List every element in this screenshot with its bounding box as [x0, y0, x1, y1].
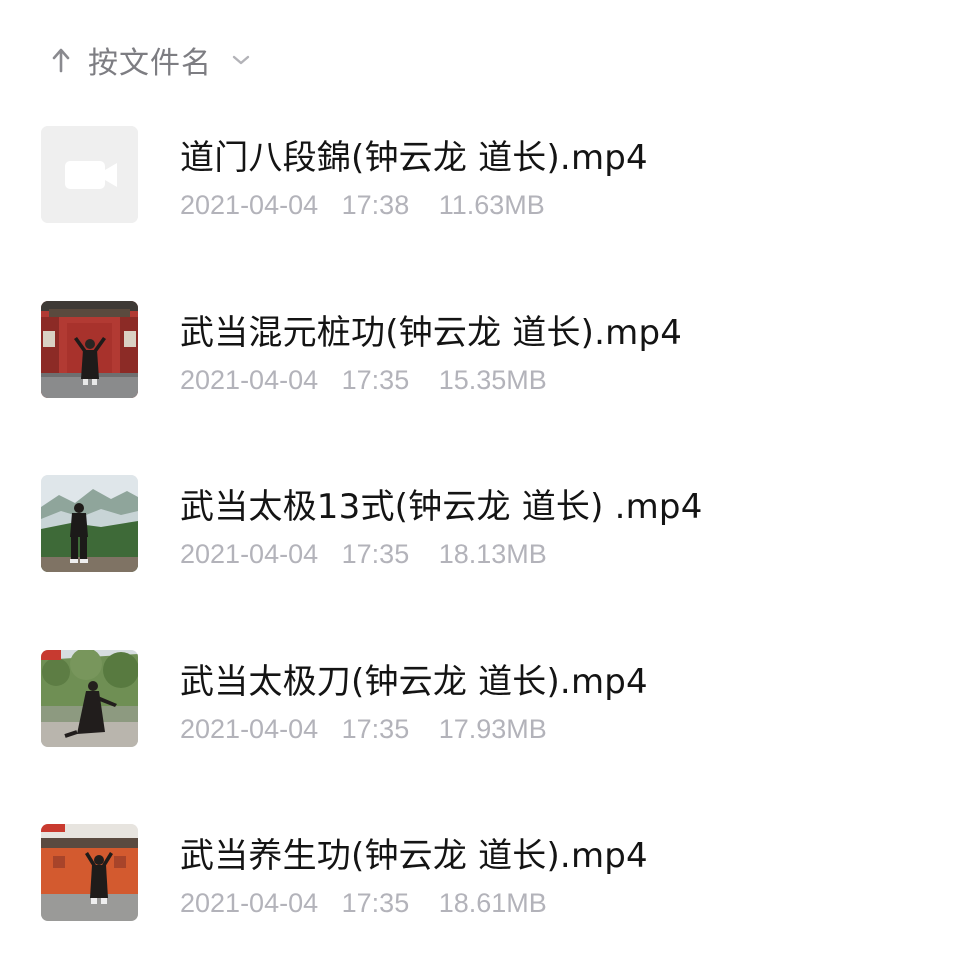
file-meta: 2021-04-04 17:38 11.63MB: [180, 190, 545, 221]
file-date: 2021-04-04: [180, 190, 319, 220]
file-row[interactable]: 道门八段錦(钟云龙 道长).mp4 2021-04-04 17:38 11.63…: [0, 104, 960, 279]
file-date: 2021-04-04: [180, 888, 319, 918]
file-size: 17.93MB: [438, 713, 547, 744]
sort-label: 按文件名: [88, 46, 212, 81]
file-size: 18.61MB: [438, 888, 547, 918]
file-row[interactable]: 武当养生功(钟云龙 道长).mp4 2021-04-04 17:35 18.61…: [0, 802, 960, 960]
file-size: 15.35MB: [438, 364, 547, 395]
file-time: 17:35: [341, 888, 410, 918]
file-row[interactable]: 武当太极刀(钟云龙 道长).mp4 2021-04-04 17:35 17.93…: [0, 628, 960, 803]
file-time: 17:38: [341, 190, 410, 220]
file-name: 道门八段錦(钟云龙 道长).mp4: [180, 138, 648, 178]
file-time: 17:35: [341, 713, 410, 744]
file-row[interactable]: 武当混元桩功(钟云龙 道长).mp4 2021-04-04 17:35 15.3…: [0, 279, 960, 454]
file-list-screen: 按文件名 道门八段錦(钟云龙 道长).mp4 2021-04-04 17:38 …: [0, 0, 960, 960]
file-name: 武当太极刀(钟云龙 道长).mp4: [180, 661, 648, 702]
file-size: 18.13MB: [438, 539, 547, 569]
file-date: 2021-04-04: [180, 364, 319, 395]
file-name: 武当混元桩功(钟云龙 道长).mp4: [180, 312, 683, 353]
file-name: 武当养生功(钟云龙 道长).mp4: [180, 836, 648, 876]
file-row[interactable]: 武当太极13式(钟云龙 道长) .mp4 2021-04-04 17:35 18…: [0, 453, 960, 628]
file-time: 17:35: [341, 364, 410, 395]
forest-terrace-thumbnail: [41, 649, 138, 747]
file-date: 2021-04-04: [180, 539, 319, 569]
file-meta: 2021-04-04 17:35 18.13MB: [180, 539, 547, 570]
file-meta: 2021-04-04 17:35 17.93MB: [180, 714, 547, 745]
file-size: 11.63MB: [438, 190, 545, 220]
file-meta: 2021-04-04 17:35 18.61MB: [180, 888, 547, 919]
file-list: 道门八段錦(钟云龙 道长).mp4 2021-04-04 17:38 11.63…: [0, 104, 960, 960]
red-wall-thumbnail: [41, 824, 138, 921]
sort-by-name-button[interactable]: 按文件名: [48, 36, 252, 84]
chevron-down-icon: [230, 49, 252, 71]
file-date: 2021-04-04: [180, 713, 319, 744]
mountain-thumbnail: [41, 475, 138, 572]
file-name: 武当太极13式(钟云龙 道长) .mp4: [180, 487, 703, 527]
arrow-up-icon: [48, 44, 74, 76]
file-time: 17:35: [341, 539, 410, 569]
temple-gate-thumbnail: [41, 300, 138, 398]
video-placeholder-icon: [41, 126, 138, 223]
file-meta: 2021-04-04 17:35 15.35MB: [180, 365, 547, 396]
